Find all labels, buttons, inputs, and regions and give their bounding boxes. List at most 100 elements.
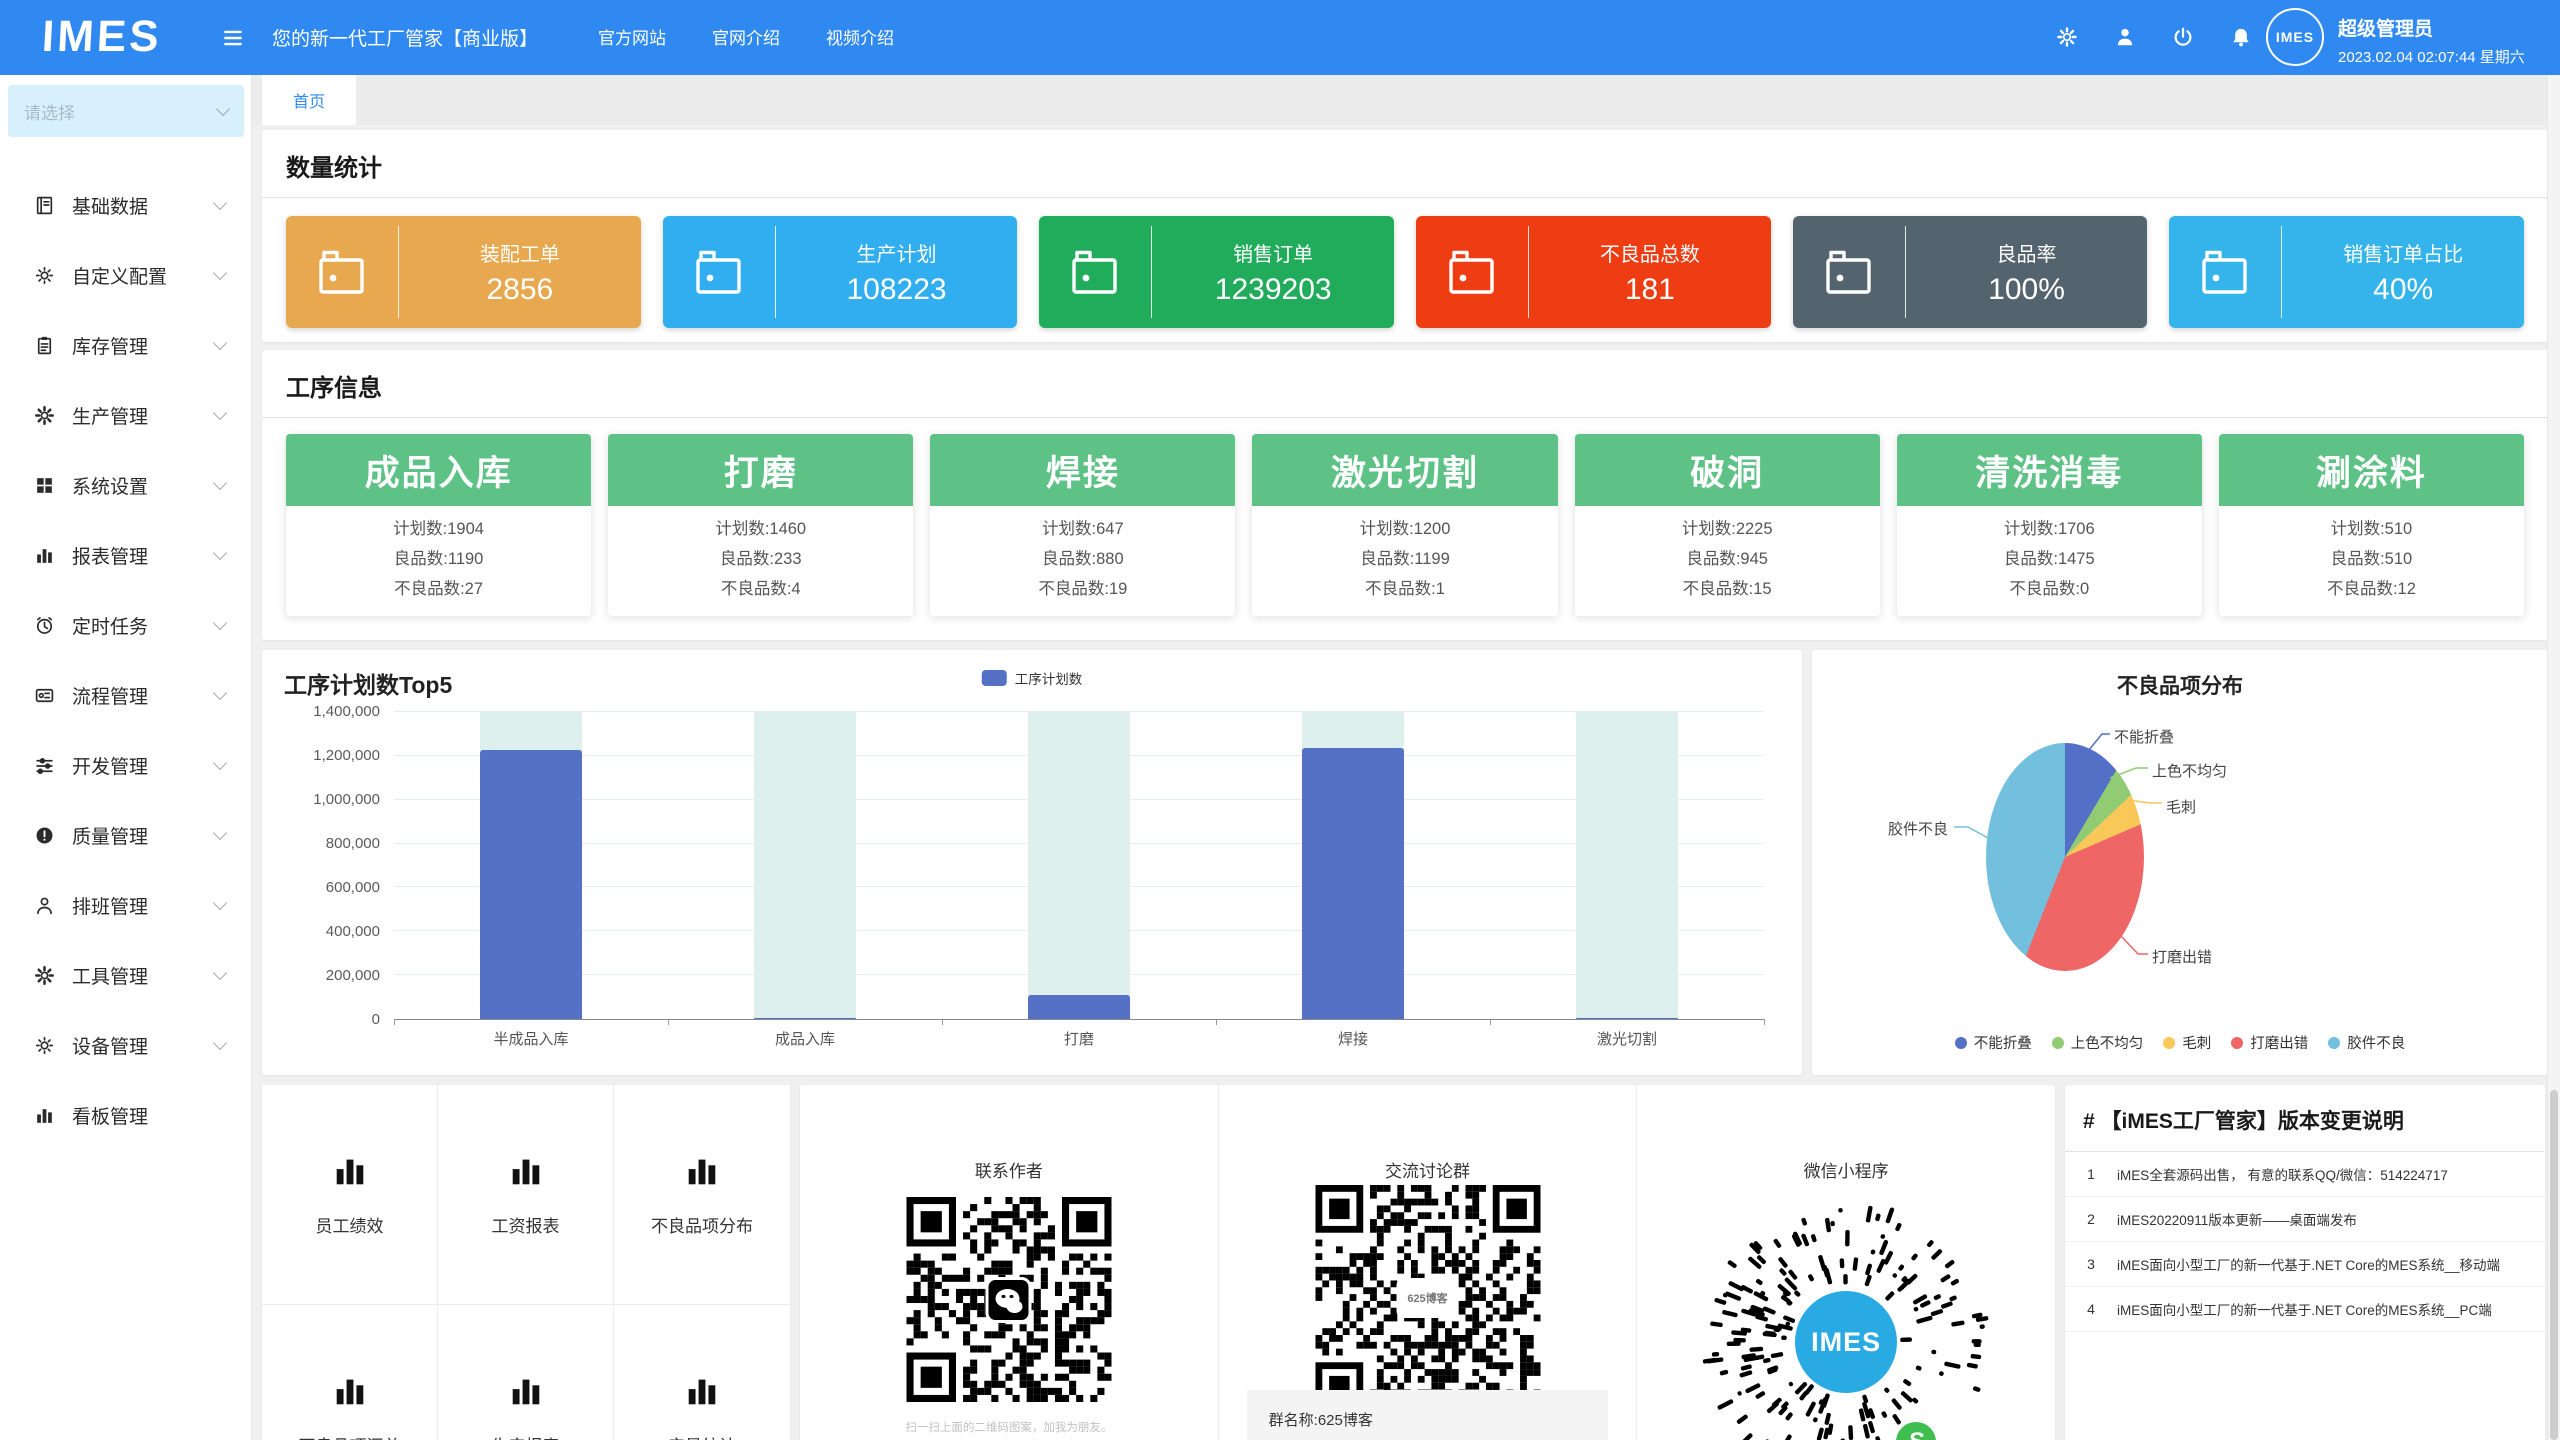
stat-card-1: 生产计划108223 (663, 216, 1018, 328)
tab-home[interactable]: 首页 (262, 75, 356, 125)
pie-legend-item-上色不均匀[interactable]: 上色不均匀 (2052, 1032, 2144, 1053)
changelog-row-1: 1iMES全套源码出售， 有意的联系QQ/微信：514224717 (2065, 1152, 2545, 1197)
sidebar-item-scheduled-task[interactable]: 定时任务 (0, 590, 251, 660)
sidebar-item-dev[interactable]: 开发管理 (0, 730, 251, 800)
sidebar-item-label: 质量管理 (72, 822, 215, 849)
bar-半成品入库 (480, 750, 582, 1019)
process-card-清洗消毒: 清洗消毒计划数:1706良品数:1475不良品数:0 (1897, 434, 2202, 616)
pie-callout-不能折叠: 不能折叠 (2114, 726, 2174, 747)
shortcut-label: 生产报表 (492, 1432, 560, 1440)
pie-callout-胶件不良: 胶件不良 (1888, 818, 1948, 839)
avatar[interactable]: IMES (2266, 8, 2324, 66)
pie-legend-item-毛刺[interactable]: 毛刺 (2163, 1032, 2211, 1053)
user-icon[interactable] (2114, 26, 2136, 48)
pie-legend-item-胶件不良[interactable]: 胶件不良 (2328, 1032, 2405, 1053)
process-stat: 计划数:2225 (1575, 514, 1880, 544)
pie-callout-上色不均匀: 上色不均匀 (2152, 760, 2227, 781)
stat-label: 良品率 (1906, 238, 2148, 267)
scrollbar-track[interactable] (2547, 75, 2560, 1440)
sidebar-item-quality[interactable]: 质量管理 (0, 800, 251, 870)
scrollbar-thumb[interactable] (2550, 1090, 2558, 1440)
process-stat: 计划数:1904 (286, 514, 591, 544)
sidebar-item-label: 工具管理 (72, 962, 215, 989)
bar-slot-激光切割 (1490, 712, 1764, 1019)
sidebar-item-label: 系统设置 (72, 472, 215, 499)
bar-打磨 (1028, 995, 1130, 1019)
process-stat: 良品数:1475 (1897, 544, 2202, 574)
shortcut-grid: 员工绩效工资报表 不良品项分布不良品项汇总生产报表 产量统计 (262, 1085, 790, 1440)
shortcut-label: 不良品项分布 (651, 1212, 753, 1237)
top-nav-link-1[interactable]: 官网介绍 (712, 24, 780, 49)
top-nav-link-0[interactable]: 官方网站 (598, 24, 666, 49)
sidebar-item-label: 基础数据 (72, 192, 215, 219)
clipboard-icon (34, 335, 55, 356)
process-stat: 良品数:880 (930, 544, 1235, 574)
shortcut-不良品项分布[interactable]: 不良品项分布 (614, 1085, 790, 1305)
changelog-row-2: 2iMES20220911版本更新——桌面端发布 (2065, 1197, 2545, 1242)
bar-plot-area (394, 712, 1764, 1020)
process-stat: 不良品数:1 (1252, 574, 1557, 604)
pie-legend-item-不能折叠[interactable]: 不能折叠 (1955, 1032, 2032, 1053)
pie-callout-打磨出错: 打磨出错 (2152, 946, 2212, 967)
sidebar-item-equipment[interactable]: 设备管理 (0, 1010, 251, 1080)
changelog-title: # 【iMES工厂管家】版本变更说明 (2065, 1085, 2545, 1151)
chevron-down-icon (213, 196, 227, 210)
chevron-down-icon (216, 102, 230, 116)
report-shortcuts-panel: 员工绩效工资报表 不良品项分布不良品项汇总生产报表 产量统计 (262, 1085, 790, 1440)
chevron-down-icon (213, 546, 227, 560)
user-name: 超级管理员 (2338, 14, 2525, 41)
shortcut-不良品项汇总[interactable]: 不良品项汇总 (262, 1305, 438, 1440)
sidebar-item-basic-data[interactable]: 基础数据 (0, 170, 251, 240)
sidebar-item-kanban[interactable]: 看板管理 (0, 1080, 251, 1150)
sidebar-item-label: 排班管理 (72, 892, 215, 919)
y-axis-labels: 1,400,0001,200,0001,000,000800,000600,00… (262, 712, 380, 1020)
stat-label: 装配工单 (399, 238, 641, 267)
sidebar-item-shift[interactable]: 排班管理 (0, 870, 251, 940)
current-datetime: 2023.02.04 02:07:44 星期六 (2338, 46, 2525, 67)
app-logo: IMES (41, 12, 163, 62)
sidebar-item-tool[interactable]: 工具管理 (0, 940, 251, 1010)
shortcut-工资报表[interactable]: 工资报表 (438, 1085, 614, 1305)
chevron-down-icon (213, 966, 227, 980)
group-logo: 625博客 (1400, 1281, 1456, 1315)
chevron-down-icon (213, 1036, 227, 1050)
shortcut-生产报表[interactable]: 生产报表 (438, 1305, 614, 1440)
pie-chart (1986, 743, 2144, 971)
sidebar-item-label: 自定义配置 (72, 262, 215, 289)
sidebar-item-custom-config[interactable]: 自定义配置 (0, 240, 251, 310)
shortcut-label: 工资报表 (492, 1212, 560, 1237)
bar-slot-焊接 (1216, 712, 1490, 1019)
discussion-group-section: 交流讨论群 625博客 群名称:625博客 群 号:200884004 (1219, 1085, 1638, 1440)
power-icon[interactable] (2172, 26, 2194, 48)
x-label: 半成品入库 (394, 1028, 668, 1049)
process-stat: 良品数:1199 (1252, 544, 1557, 574)
process-name: 涮涂料 (2219, 434, 2524, 506)
process-cards: 成品入库计划数:1904良品数:1190不良品数:27打磨计划数:1460良品数… (262, 418, 2548, 616)
process-stat: 计划数:1460 (608, 514, 913, 544)
bell-icon[interactable] (2230, 26, 2252, 48)
qr-panel: 联系作者 扫一扫上面的二维码图案，加我为朋友。 交流讨论群 625博客 群名称:… (800, 1085, 2055, 1440)
discussion-group-title: 交流讨论群 (1219, 1157, 1637, 1182)
sidebar-item-production[interactable]: 生产管理 (0, 380, 251, 450)
process-stat: 计划数:1200 (1252, 514, 1557, 544)
settings-icon[interactable] (2056, 26, 2078, 48)
shortcut-员工绩效[interactable]: 员工绩效 (262, 1085, 438, 1305)
menu-toggle-icon[interactable] (222, 27, 244, 49)
bar-chart-legend[interactable]: 工序计划数 (982, 668, 1083, 688)
stats-title: 数量统计 (262, 130, 2548, 197)
x-label: 焊接 (1216, 1028, 1490, 1049)
folder-icon (2169, 241, 2281, 303)
sidebar-item-report[interactable]: 报表管理 (0, 520, 251, 590)
sidebar-item-flow[interactable]: 流程管理 (0, 660, 251, 730)
shortcut-产量统计[interactable]: 产量统计 (614, 1305, 790, 1440)
folder-icon (1793, 241, 1905, 303)
folder-icon (1416, 241, 1528, 303)
sidebar-item-system-settings[interactable]: 系统设置 (0, 450, 251, 520)
stat-value: 40% (2282, 273, 2524, 307)
top-nav-link-2[interactable]: 视频介绍 (826, 24, 894, 49)
pie-legend-item-打磨出错[interactable]: 打磨出错 (2231, 1032, 2308, 1053)
x-label: 成品入库 (668, 1028, 942, 1049)
sidebar-search-select[interactable]: 请选择 (8, 85, 244, 137)
sidebar-item-inventory[interactable]: 库存管理 (0, 310, 251, 380)
stat-cards: 装配工单2856生产计划108223销售订单1239203不良品总数181良品率… (262, 198, 2548, 328)
